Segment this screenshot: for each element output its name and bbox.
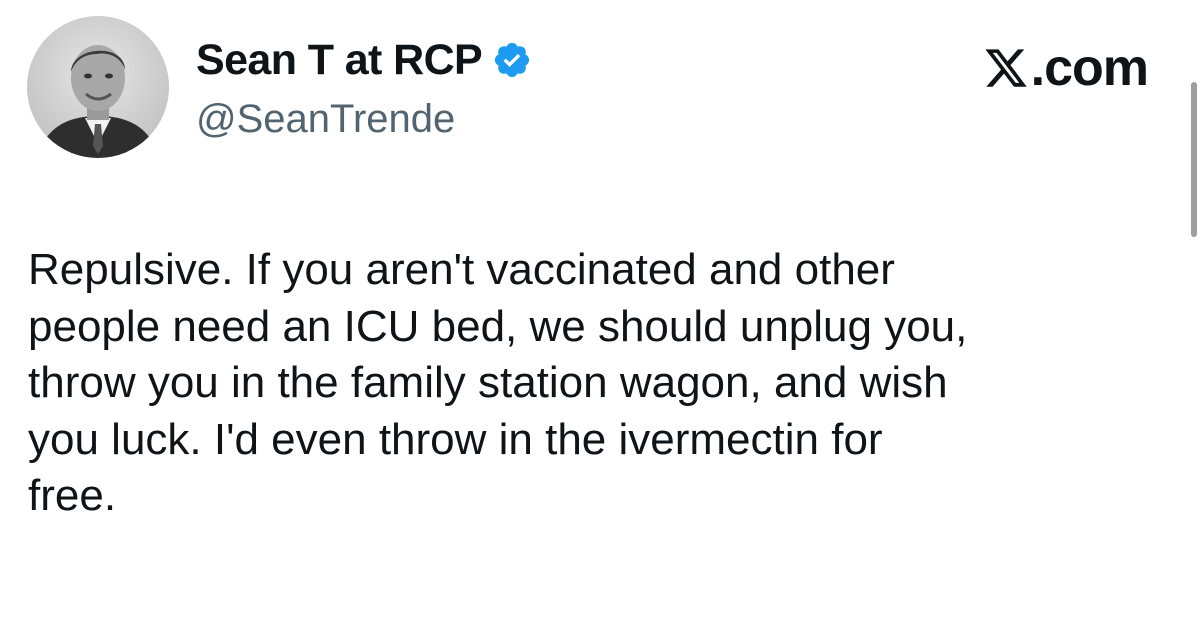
verified-badge-icon — [495, 42, 530, 78]
x-logo-icon — [985, 49, 1027, 87]
scrollbar[interactable] — [1191, 82, 1197, 237]
source-domain-text: .com — [1030, 39, 1149, 97]
source-domain-suffix: com — [1044, 39, 1149, 97]
tweet-text: Repulsive. If you aren't vaccinated and … — [28, 245, 968, 520]
author-handle[interactable]: @SeanTrende — [196, 94, 455, 144]
avatar[interactable] — [27, 16, 169, 158]
author-name-row: Sean T at RCP — [196, 34, 532, 86]
x-com-logo: .com — [983, 38, 1149, 98]
avatar-photo-icon — [27, 16, 169, 158]
author-display-name[interactable]: Sean T at RCP — [196, 34, 483, 86]
tweet-card: Sean T at RCP @SeanTrende .com Repulsive… — [0, 0, 1200, 642]
